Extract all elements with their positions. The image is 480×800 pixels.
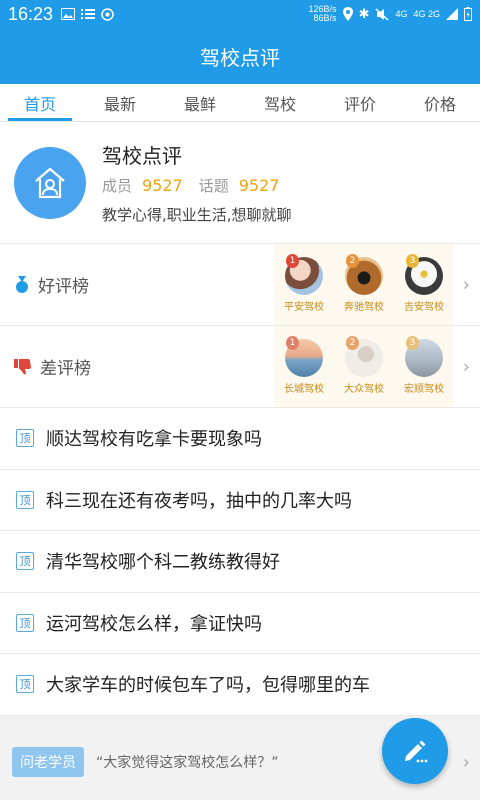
forum-stats: 成员 9527 话题 9527 [102,175,295,196]
forum-avatar [14,146,86,219]
tab-bar: 首页 最新 最鲜 驾校 评价 价格 [0,84,480,122]
medal-icon [16,275,28,293]
tab-label: 驾校 [263,94,296,114]
topic-item[interactable]: 顶 大家学车的时候包车了吗，包得哪里的车 [0,654,480,716]
rank-badge: 1 [286,335,299,350]
pin-icon: 顶 [16,552,34,571]
school-name: 平安驾校 [284,301,324,313]
status-left-icons [61,7,114,21]
tab-label: 最新 [103,94,136,114]
rank-badge: 2 [346,253,359,268]
chevron-right-icon: › [462,274,470,295]
school-name: 宏顺驾校 [404,383,444,395]
sim2-label: 4G 2G [413,9,440,19]
page-title: 驾校点评 [200,45,280,70]
topic-item[interactable]: 顶 顺达驾校有吃拿卡要现象吗 [0,408,480,470]
sim1-label: 4G [395,9,408,19]
rank-item[interactable]: 1 长城驾校 [274,335,334,395]
ask-tag: 问老学员 [12,747,84,777]
mute-icon [375,7,389,21]
forum-info: 驾校点评 成员 9527 话题 9527 教学心得,职业生活,想聊就聊 [102,140,295,225]
topic-title: 清华驾校哪个科二教练教得好 [46,552,280,574]
tab-home[interactable]: 首页 [0,84,80,121]
tab-latest[interactable]: 最新 [80,84,160,121]
topic-title: 科三现在还有夜考吗，抽中的几率大吗 [46,490,352,512]
app-header: 驾校点评 [0,28,480,84]
members-count: 9527 [142,176,183,195]
status-right: 126B/s 86B/s ✱ 4G 4G 2G [309,5,472,23]
bad-rank-avatars: 1 长城驾校 2 大众驾校 3 宏顺驾校 [274,326,454,407]
pin-icon: 顶 [16,429,34,448]
topic-item[interactable]: 顶 运河驾校怎么样，拿证快吗 [0,592,480,654]
bad-rank-label-group: 差评榜 [14,354,91,379]
topics-count: 9527 [238,176,280,195]
school-name: 吉安驾校 [404,301,444,313]
good-rank-label-group: 好评榜 [14,272,89,297]
net-speed: 126B/s 86B/s [309,5,337,23]
edit-icon [405,740,428,763]
status-bar: 16:23 126B/s 86B/s ✱ 4G 4G 2G [0,0,480,28]
topic-title: 顺达驾校有吃拿卡要现象吗 [46,429,262,451]
sync-icon [101,7,114,21]
chevron-right-icon: › [462,751,470,773]
tab-freshest[interactable]: 最鲜 [160,84,240,121]
topic-title: 大家学车的时候包车了吗，包得哪里的车 [46,675,370,697]
good-rank-label: 好评榜 [38,277,89,297]
thumbs-down-icon [14,358,31,374]
tab-review[interactable]: 评价 [320,84,400,121]
bad-rank-row[interactable]: 差评榜 1 长城驾校 2 大众驾校 3 宏顺驾校 › [0,326,480,408]
ask-question: “大家觉得这家驾校怎么样？” [96,755,279,771]
rank-badge: 3 [406,253,419,268]
tab-price[interactable]: 价格 [400,84,480,121]
pin-icon: 顶 [16,490,34,509]
bad-rank-label: 差评榜 [40,359,91,379]
rank-item[interactable]: 3 吉安驾校 [394,253,454,313]
location-icon [342,7,353,21]
rank-item[interactable]: 1 平安驾校 [274,253,334,313]
tab-label: 首页 [23,94,56,114]
forum-title: 驾校点评 [102,144,182,168]
pin-icon: 顶 [16,675,34,694]
battery-icon [464,7,472,21]
topics-label: 话题 [198,177,229,195]
rank-badge: 1 [286,253,299,268]
good-rank-avatars: 1 平安驾校 2 奔驰驾校 3 吉安驾校 [274,244,454,325]
topic-item[interactable]: 顶 清华驾校哪个科二教练教得好 [0,531,480,593]
topic-item[interactable]: 顶 科三现在还有夜考吗，抽中的几率大吗 [0,469,480,531]
tab-school[interactable]: 驾校 [240,84,320,121]
tab-label: 价格 [423,94,456,114]
rank-item[interactable]: 2 大众驾校 [334,335,394,395]
good-rank-row[interactable]: 好评榜 1 平安驾校 2 奔驰驾校 3 吉安驾校 › [0,244,480,326]
members-label: 成员 [102,177,133,195]
pin-icon: 顶 [16,613,34,632]
topic-title: 运河驾校怎么样，拿证快吗 [46,613,262,635]
chevron-right-icon: › [462,356,470,377]
tab-label: 最鲜 [183,94,216,114]
school-name: 大众驾校 [344,383,384,395]
rank-item[interactable]: 3 宏顺驾校 [394,335,454,395]
forum-description: 教学心得,职业生活,想聊就聊 [102,206,292,224]
rank-badge: 3 [406,335,419,350]
net-down: 86B/s [313,13,337,23]
bluetooth-icon: ✱ [358,6,370,21]
rank-badge: 2 [346,335,359,350]
image-icon [61,7,76,20]
home-user-icon [35,167,65,198]
list-icon [81,8,96,19]
school-name: 长城驾校 [284,383,324,395]
tab-label: 评价 [343,94,376,114]
compose-button[interactable] [382,718,448,784]
status-time: 16:23 [8,3,54,24]
signal-icon [446,8,458,20]
school-name: 奔驰驾校 [344,301,384,313]
rank-item[interactable]: 2 奔驰驾校 [334,253,394,313]
forum-card[interactable]: 驾校点评 成员 9527 话题 9527 教学心得,职业生活,想聊就聊 [0,122,480,244]
